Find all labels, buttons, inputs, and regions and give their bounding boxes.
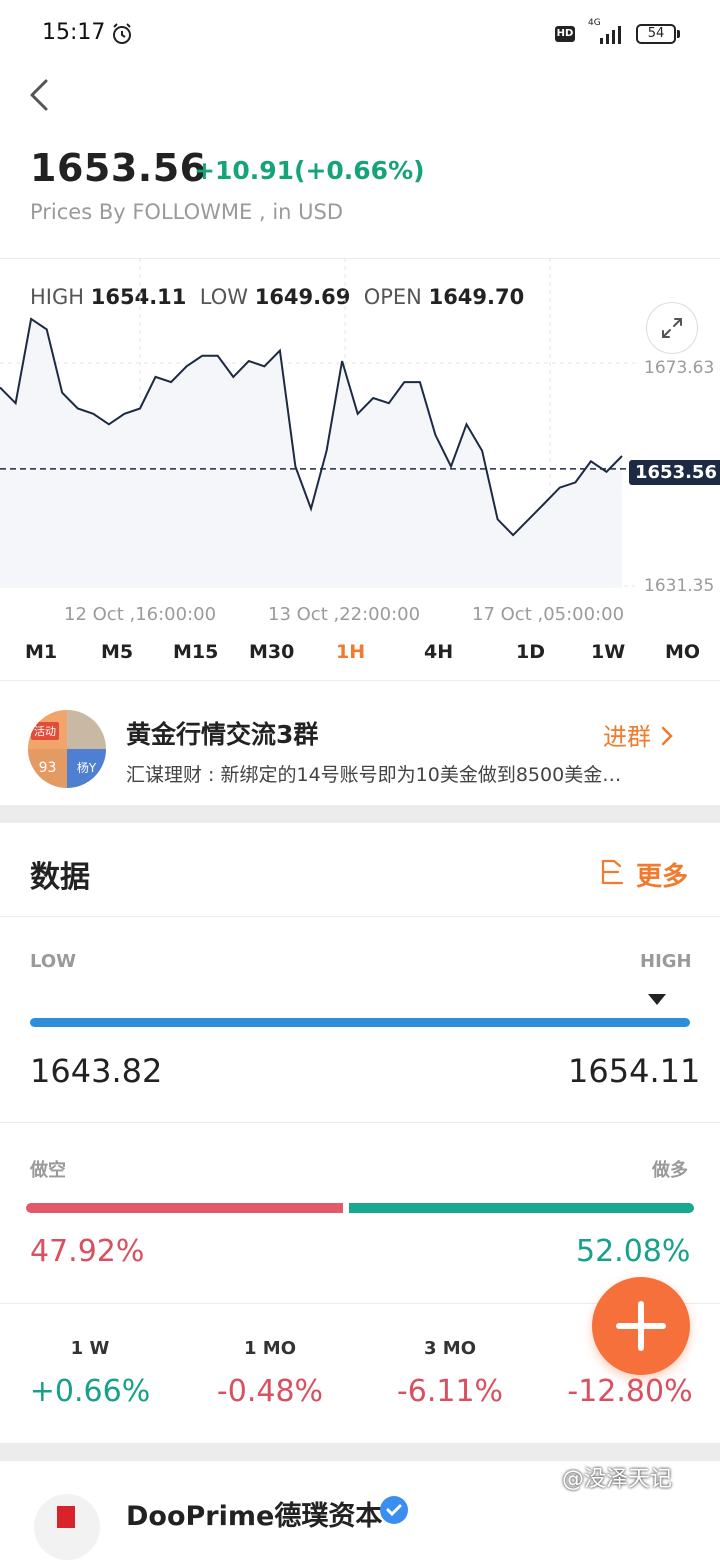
chevron-right-icon	[661, 726, 673, 746]
divider	[0, 916, 720, 917]
section-separator	[0, 1443, 720, 1461]
perf-value-1mo: -0.48%	[216, 1374, 324, 1409]
group-last-message: 汇谋理财 : 新绑定的14号账号即为10美金做到8500美金…	[126, 764, 622, 786]
section-separator	[0, 805, 720, 823]
chart-area	[0, 318, 622, 588]
alarm-icon	[113, 23, 131, 44]
divider	[0, 680, 720, 681]
x-tick-label: 17 Oct ,05:00:00	[472, 604, 625, 625]
price-chart[interactable]	[0, 258, 720, 603]
short-percent: 47.92%	[30, 1234, 145, 1269]
join-label: 进群	[603, 723, 651, 751]
timeframe-mo[interactable]: MO	[665, 641, 700, 663]
perf-label-1mo: 1 MO	[243, 1338, 296, 1359]
range-low-label: LOW	[30, 951, 76, 972]
range-high-label: HIGH	[640, 951, 692, 972]
back-icon[interactable]	[28, 78, 52, 112]
battery-icon: 54	[636, 24, 676, 44]
x-tick-label: 13 Oct ,22:00:00	[268, 604, 421, 625]
add-button[interactable]	[592, 1277, 690, 1375]
avatar-text: 杨Y	[67, 749, 106, 788]
broker-logo[interactable]	[34, 1494, 100, 1560]
timeframe-1w[interactable]: 1W	[591, 641, 625, 663]
list-icon	[601, 859, 624, 885]
timeframe-m30[interactable]: M30	[249, 641, 294, 663]
perf-value-3mo: -6.11%	[396, 1374, 504, 1409]
range-low-value: 1643.82	[30, 1052, 163, 1090]
perf-value-1y: -12.80%	[567, 1374, 693, 1409]
group-avatar[interactable]: 93 杨Y 活动	[28, 710, 106, 788]
hd-badge: HD	[555, 26, 575, 42]
watermark: @没泽天记	[562, 1467, 673, 1492]
signal-icon	[600, 26, 621, 44]
long-percent: 52.08%	[576, 1234, 691, 1269]
timeframe-1d[interactable]: 1D	[516, 641, 545, 663]
group-name[interactable]: 黄金行情交流3群	[126, 715, 318, 751]
perf-label-3mo: 3 MO	[423, 1338, 476, 1359]
timeframe-m15[interactable]: M15	[173, 641, 218, 663]
y-tick-label: 1631.35	[644, 576, 715, 596]
data-section-title: 数据	[30, 860, 90, 895]
price-change: +10.91(+0.66%)	[194, 156, 425, 185]
timeframe-m1[interactable]: M1	[25, 641, 57, 663]
timeframe-1h[interactable]: 1H	[336, 641, 365, 663]
avatar-tag: 活动	[31, 722, 59, 740]
battery-tip	[677, 30, 680, 38]
short-label: 做空	[30, 1160, 66, 1181]
timeframe-m5[interactable]: M5	[101, 641, 133, 663]
expand-chart-button[interactable]	[646, 302, 698, 354]
current-price: 1653.56	[30, 146, 207, 190]
avatar-text: 93	[28, 749, 67, 788]
broker-name[interactable]: DooPrime德璞资本	[126, 1494, 382, 1533]
long-label: 做多	[652, 1160, 688, 1181]
join-group-button[interactable]: 进群	[603, 717, 675, 752]
range-high-value: 1654.11	[568, 1052, 701, 1090]
y-tick-label: 1673.63	[644, 358, 715, 378]
perf-label-1w: 1 W	[70, 1338, 110, 1359]
long-ratio-bar	[349, 1203, 694, 1213]
perf-value-1w: +0.66%	[29, 1374, 151, 1409]
price-source: Prices By FOLLOWME , in USD	[30, 200, 344, 224]
timeframe-4h[interactable]: 4H	[424, 641, 453, 663]
divider	[0, 1122, 720, 1123]
short-ratio-bar	[26, 1203, 343, 1213]
day-range-bar	[30, 1018, 690, 1027]
status-time: 15:17	[42, 20, 106, 45]
range-marker	[648, 994, 666, 1005]
plus-icon	[638, 1301, 644, 1351]
expand-icon	[662, 318, 682, 338]
more-button[interactable]: 更多	[636, 856, 688, 893]
x-tick-label: 12 Oct ,16:00:00	[64, 604, 217, 625]
current-price-tag: 1653.56	[629, 460, 720, 485]
